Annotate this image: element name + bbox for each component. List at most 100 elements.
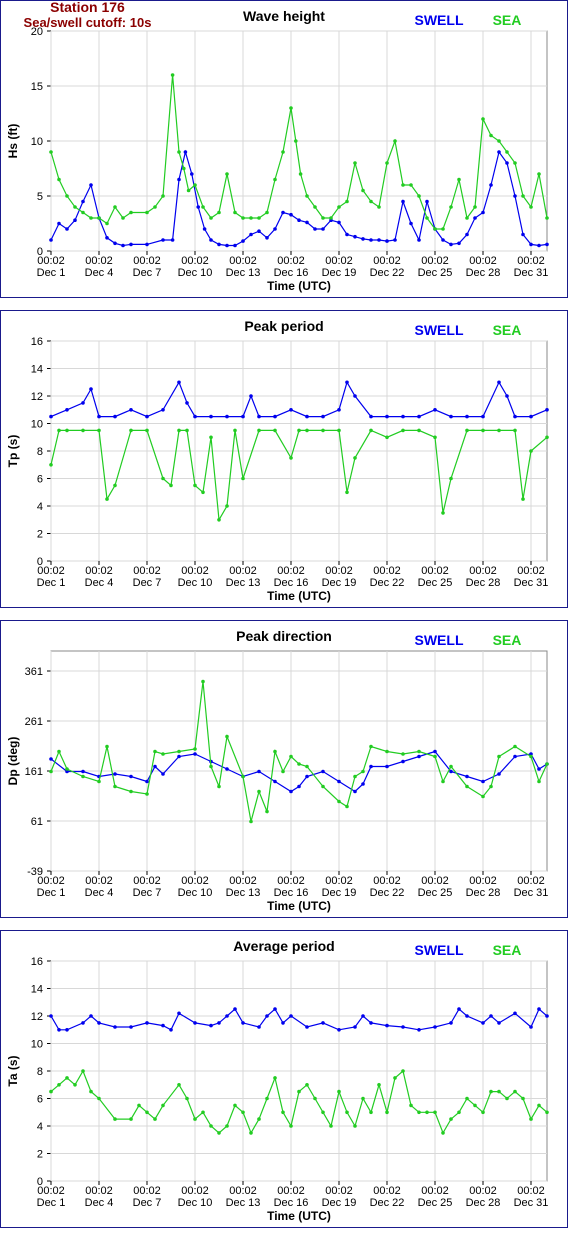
data-point-sea — [177, 150, 181, 154]
data-point-swell — [377, 238, 381, 242]
data-point-sea — [169, 483, 173, 488]
data-point-sea — [217, 210, 221, 215]
data-point-sea — [345, 1110, 349, 1115]
data-point-sea — [273, 428, 277, 433]
y-tick-label: 16 — [31, 336, 43, 348]
data-point-swell — [537, 767, 541, 771]
y-axis-label: Dp (deg) — [6, 737, 20, 786]
data-point-sea — [49, 150, 53, 154]
x-tick-time-label: 00:02 — [277, 875, 305, 887]
data-point-sea — [65, 767, 69, 771]
data-point-swell — [81, 401, 85, 405]
data-point-swell — [193, 752, 197, 756]
x-tick-time-label: 00:02 — [85, 565, 113, 577]
data-point-sea — [353, 456, 357, 460]
data-point-sea — [137, 1103, 141, 1108]
data-point-sea — [545, 762, 549, 766]
data-point-sea — [465, 216, 469, 220]
x-axis-label: Time (UTC) — [267, 899, 331, 913]
data-point-swell — [417, 414, 421, 419]
data-point-sea — [193, 1117, 197, 1121]
data-point-swell — [433, 1025, 437, 1029]
x-axis-label: Time (UTC) — [267, 1209, 331, 1223]
data-point-swell — [337, 1028, 341, 1032]
data-point-sea — [241, 774, 245, 779]
y-tick-label: 5 — [37, 191, 43, 203]
data-point-sea — [305, 194, 309, 198]
data-point-sea — [449, 764, 453, 769]
data-point-sea — [105, 221, 109, 226]
data-point-swell — [337, 408, 341, 412]
data-point-swell — [465, 774, 469, 779]
data-point-sea — [297, 428, 301, 433]
data-point-swell — [513, 1011, 517, 1016]
data-point-sea — [329, 1124, 333, 1128]
data-point-sea — [265, 1096, 269, 1101]
data-point-sea — [201, 205, 205, 209]
x-tick-time-label: 00:02 — [229, 565, 257, 577]
chart-panel-3: -39 61 161 261 361 00:02 Dec 1 00:02 Dec 4 00:02 D… — [0, 620, 568, 918]
data-point-swell — [49, 414, 53, 419]
data-point-sea — [441, 1131, 445, 1135]
y-tick-label: 2 — [37, 1149, 43, 1161]
data-point-sea — [521, 497, 525, 501]
data-point-sea — [513, 428, 517, 433]
data-point-swell — [353, 234, 357, 239]
data-point-swell — [353, 1025, 357, 1029]
data-point-swell — [545, 242, 549, 247]
data-point-swell — [225, 767, 229, 771]
data-point-sea — [513, 744, 517, 749]
data-point-sea — [425, 216, 429, 220]
data-point-swell — [161, 238, 165, 242]
data-point-swell — [97, 414, 101, 419]
data-point-sea — [441, 511, 445, 515]
data-point-sea — [145, 792, 149, 796]
x-tick-time-label: 00:02 — [181, 565, 209, 577]
data-point-swell — [505, 161, 509, 165]
data-point-swell — [417, 754, 421, 759]
x-tick-date-label: Dec 1 — [37, 887, 66, 899]
data-point-sea — [297, 1089, 301, 1094]
x-tick-date-label: Dec 16 — [274, 577, 309, 589]
data-point-swell — [529, 242, 533, 247]
data-point-sea — [313, 205, 317, 209]
data-point-sea — [65, 428, 69, 433]
data-point-sea — [249, 216, 253, 220]
data-point-swell — [145, 414, 149, 419]
data-point-sea — [49, 1089, 53, 1094]
data-point-sea — [281, 769, 285, 774]
data-point-swell — [337, 220, 341, 225]
data-point-swell — [361, 1014, 365, 1018]
data-point-swell — [289, 789, 293, 794]
data-point-swell — [225, 414, 229, 419]
data-point-swell — [489, 1014, 493, 1018]
data-point-sea — [513, 161, 517, 165]
data-point-sea — [201, 1110, 205, 1115]
data-point-swell — [417, 238, 421, 242]
data-point-sea — [57, 749, 61, 754]
data-point-swell — [433, 408, 437, 412]
x-tick-date-label: Dec 1 — [37, 577, 66, 589]
data-point-swell — [393, 238, 397, 242]
y-tick-label: 8 — [37, 446, 43, 458]
data-point-swell — [457, 241, 461, 246]
data-point-sea — [353, 161, 357, 165]
data-point-sea — [489, 133, 493, 138]
data-point-sea — [497, 428, 501, 433]
y-tick-label: 14 — [31, 364, 43, 376]
data-point-sea — [473, 205, 477, 209]
x-tick-time-label: 00:02 — [277, 565, 305, 577]
data-point-swell — [249, 232, 253, 237]
x-tick-time-label: 00:02 — [133, 875, 161, 887]
chart-svg: -396116126136100:02Dec 100:02Dec 400:02D… — [6, 628, 549, 913]
data-point-sea — [273, 177, 277, 182]
data-point-sea — [513, 1089, 517, 1094]
chart-title: Peak period — [244, 318, 323, 334]
data-point-sea — [393, 1076, 397, 1080]
y-tick-label: 10 — [31, 136, 43, 148]
data-point-sea — [241, 1110, 245, 1115]
data-point-sea — [481, 794, 485, 799]
data-point-sea — [153, 749, 157, 754]
data-point-sea — [337, 799, 341, 804]
data-point-sea — [257, 1117, 261, 1121]
